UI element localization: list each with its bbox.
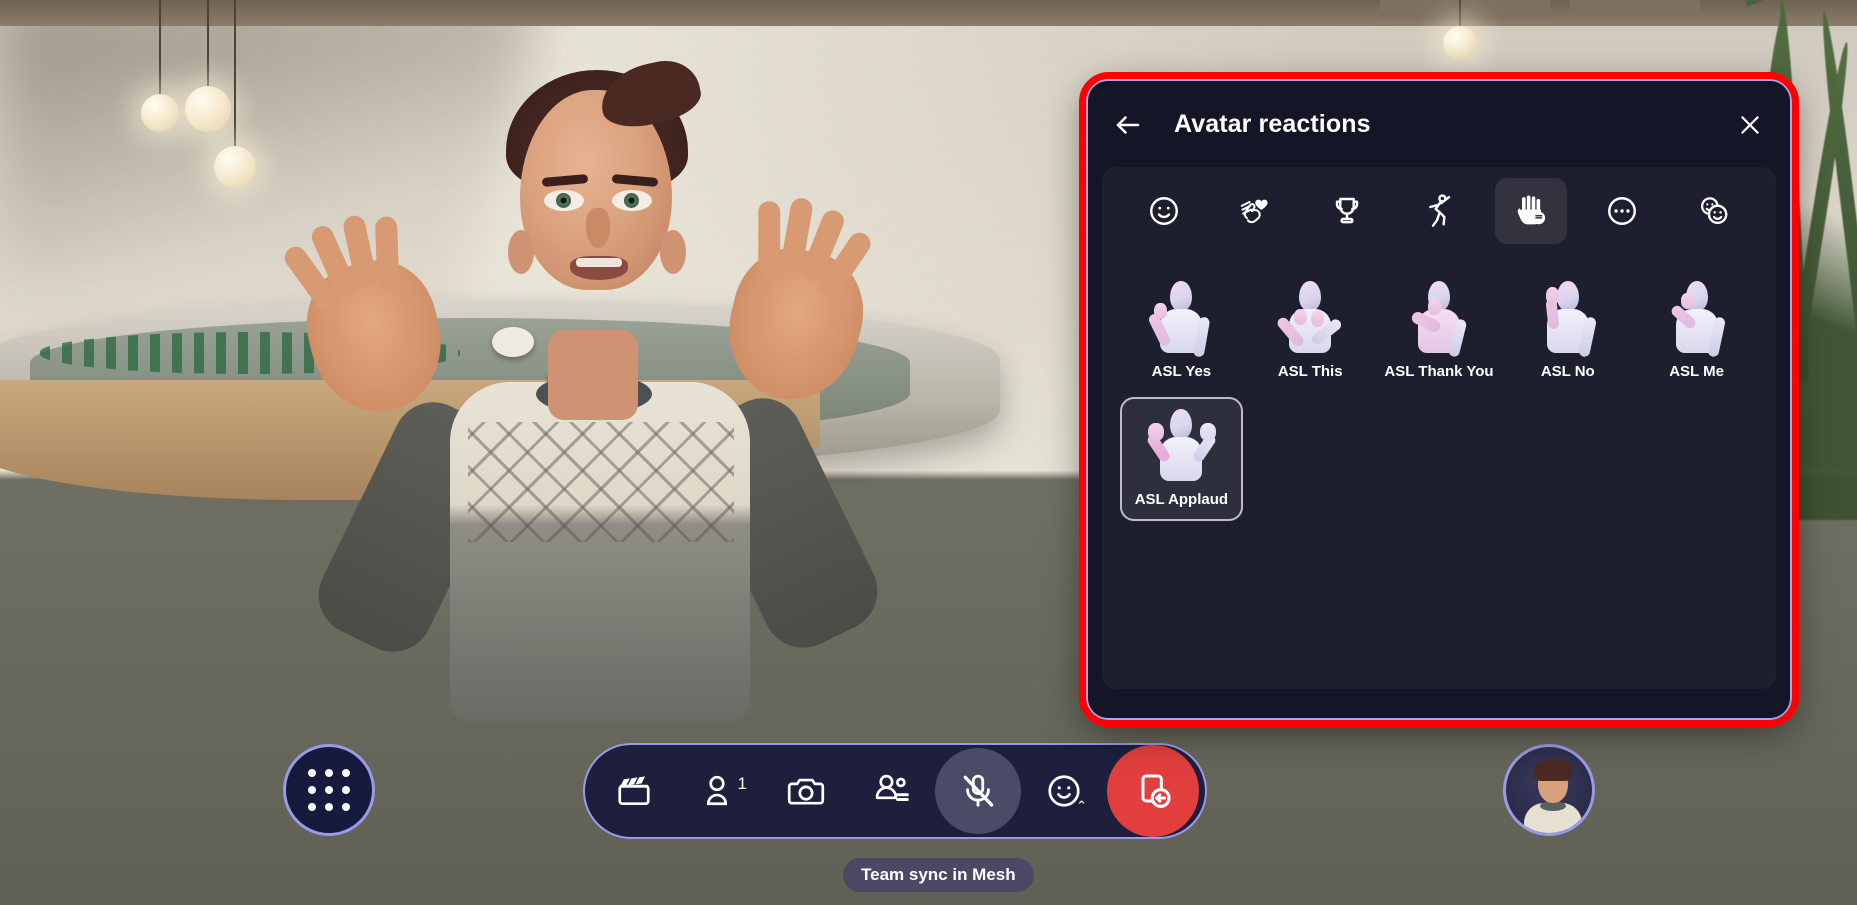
avatar-right-hand (713, 196, 877, 414)
reaction-item-asl-this[interactable]: ASL This (1249, 269, 1372, 393)
back-button[interactable] (1106, 103, 1150, 147)
reaction-label: ASL Me (1669, 363, 1724, 380)
trophy-icon (1336, 197, 1359, 224)
reaction-item-asl-applaud[interactable]: ASL Applaud (1120, 397, 1243, 521)
scenes-button[interactable] (591, 748, 677, 834)
leave-button[interactable] (1107, 745, 1199, 837)
reactions-button[interactable]: ⌃ (1021, 748, 1107, 834)
reaction-label: ASL Thank You (1384, 363, 1494, 380)
reaction-grid: ASL Yes ASL This ASL Thank You ASL No AS… (1102, 255, 1776, 689)
reaction-label: ASL Yes (1151, 363, 1212, 380)
meeting-status-pill: Team sync in Mesh (843, 858, 1034, 892)
participants-button[interactable]: 1 (677, 748, 763, 834)
view-switch-icon (875, 774, 909, 801)
reaction-thumbnail (1525, 277, 1611, 361)
grid-dot (308, 803, 316, 811)
avatar-mouth (570, 256, 628, 280)
grid-dot (308, 786, 316, 794)
grid-dot (325, 769, 333, 777)
reaction-thumbnail (1267, 277, 1353, 361)
apps-grid-button[interactable] (283, 744, 375, 836)
self-avatar-hair (1534, 759, 1572, 781)
reaction-item-asl-yes[interactable]: ASL Yes (1120, 269, 1243, 393)
more-circle-icon (1608, 197, 1637, 225)
dialog-header: Avatar reactions (1088, 81, 1790, 167)
tab-sign-language[interactable] (1494, 178, 1567, 244)
camera-button[interactable] (763, 748, 849, 834)
arrow-left-icon (1116, 116, 1140, 134)
avatar-reactions-dialog: Avatar reactions ASL Yes ASL This ASL Th… (1086, 79, 1792, 720)
microphone-off-icon (963, 774, 994, 807)
participant-count: 1 (737, 774, 747, 793)
smiley-face-icon (1149, 197, 1178, 225)
grid-dot (342, 803, 350, 811)
close-icon (1741, 116, 1759, 134)
dancing-person-icon (1429, 194, 1451, 227)
presenter-avatar (280, 30, 940, 722)
tab-applause[interactable] (1220, 178, 1292, 244)
grid-dot (325, 803, 333, 811)
camera-icon (787, 778, 825, 805)
reactions-caret-icon: ⌃ (1076, 798, 1087, 813)
reaction-label: ASL Applaud (1134, 491, 1229, 508)
grid-dot (325, 786, 333, 794)
clapperboard-icon (618, 776, 650, 806)
applause-heart-icon (1240, 199, 1268, 224)
meeting-toolbar: 1 ⌃ (583, 743, 1207, 839)
reaction-item-asl-me[interactable]: ASL Me (1635, 269, 1758, 393)
person-icon (706, 775, 728, 806)
close-button[interactable] (1728, 103, 1772, 147)
microphone-button[interactable] (935, 748, 1021, 834)
ceiling-slat (1570, 0, 1700, 14)
tab-dance[interactable] (1403, 178, 1475, 244)
grid-dot (342, 769, 350, 777)
grid-dot (342, 786, 350, 794)
reaction-category-tabs (1102, 167, 1776, 255)
asl-hand-icon (1517, 195, 1545, 225)
avatar-eye (612, 190, 652, 211)
reaction-item-asl-thank-you[interactable]: ASL Thank You (1378, 269, 1501, 393)
reaction-thumbnail (1138, 405, 1224, 489)
reaction-thumbnail (1654, 277, 1740, 361)
sweater-pattern (468, 422, 734, 542)
reaction-item-asl-no[interactable]: ASL No (1506, 269, 1629, 393)
leave-door-icon (1141, 774, 1171, 808)
pendant-light (205, 0, 265, 200)
avatar-left-hand (280, 213, 457, 426)
avatar-nose (586, 208, 610, 248)
tab-combined[interactable] (1678, 178, 1750, 244)
tab-emoji[interactable] (1128, 178, 1200, 244)
grid-dot (308, 769, 316, 777)
view-switch-button[interactable] (849, 748, 935, 834)
dialog-title: Avatar reactions (1174, 109, 1371, 138)
reaction-label: ASL No (1540, 363, 1595, 380)
tab-celebrate[interactable] (1311, 178, 1383, 244)
tab-more[interactable] (1586, 178, 1658, 244)
multi-emoji-icon (1701, 197, 1728, 225)
pendant-light (1430, 0, 1490, 70)
reaction-thumbnail (1138, 277, 1224, 361)
reaction-label: ASL This (1277, 363, 1343, 380)
reaction-thumbnail (1396, 277, 1482, 361)
self-view-avatar[interactable] (1503, 744, 1595, 836)
avatar-hair-sweep (594, 54, 706, 134)
avatar-eye (544, 190, 584, 211)
avatar-neck (548, 330, 638, 420)
pendant-light (130, 0, 190, 132)
